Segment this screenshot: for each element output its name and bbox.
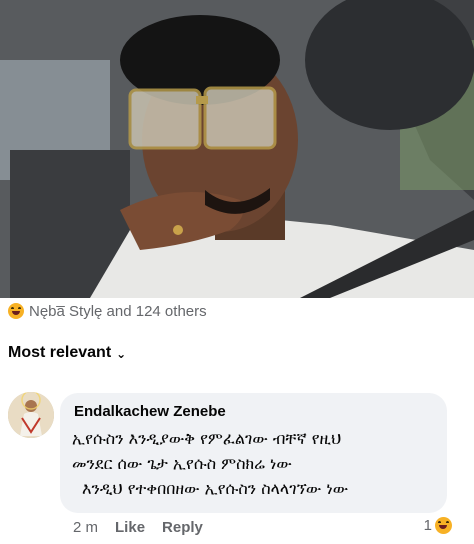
comment-reaction-count[interactable]: 1 xyxy=(424,517,452,534)
comment-line: ኢየሱስን እንዲያውቅ የምፈልገው ብቸኛ የዚህ xyxy=(72,429,342,448)
comment-timestamp[interactable]: 2 m xyxy=(73,519,98,536)
avatar-image xyxy=(8,392,54,438)
comments-sort-dropdown[interactable]: Most relevant ⌄ xyxy=(8,344,126,362)
comment-line: መንደር ሰው ጌታ ኢየሱስ ምስክሬ ነው xyxy=(72,454,292,473)
selfie-illustration xyxy=(0,0,474,298)
haha-reaction-icon xyxy=(8,303,24,319)
reaction-count-text: 1 xyxy=(423,517,432,534)
comment-text: ኢየሱስን እንዲያውቅ የምፈልገው ብቸኛ የዚህ መንደር ሰው ጌታ ኢ… xyxy=(72,426,435,501)
like-button[interactable]: Like xyxy=(115,519,145,536)
reaction-summary-text: Nęba̅ Stylę and 124 others xyxy=(29,302,207,320)
reply-button[interactable]: Reply xyxy=(162,519,203,536)
post-photo[interactable] xyxy=(0,0,474,298)
comment-actions: 2 m Like Reply xyxy=(73,519,203,536)
avatar[interactable] xyxy=(8,392,54,438)
reaction-summary[interactable]: Nęba̅ Stylę and 124 others xyxy=(8,300,207,322)
chevron-down-icon: ⌄ xyxy=(116,347,127,361)
haha-reaction-icon xyxy=(435,517,452,534)
comment-author[interactable]: Endalkachew Zenebe xyxy=(74,403,435,420)
comment-bubble: Endalkachew Zenebe ኢየሱስን እንዲያውቅ የምፈልገው ብ… xyxy=(60,393,447,513)
comment-line: እንዲህ የተቀበበዘው ኢየሱስን ስላላገኘው ነው xyxy=(82,479,349,498)
sort-label: Most relevant xyxy=(8,344,112,361)
